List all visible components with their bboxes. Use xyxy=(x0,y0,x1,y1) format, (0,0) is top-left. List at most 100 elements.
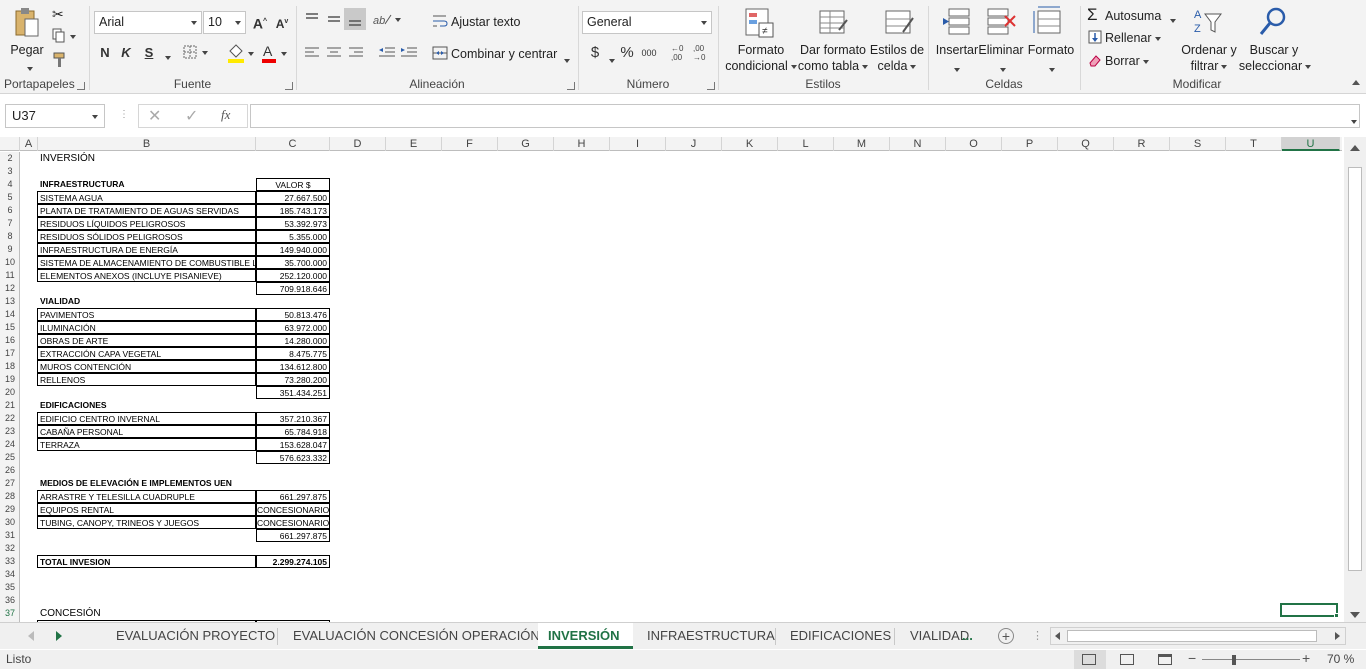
value-cell[interactable]: 153.628.047 xyxy=(256,438,330,451)
label-cell[interactable]: TUBING, CANOPY, TRINEOS Y JUEGOS xyxy=(37,516,256,529)
insert-function-icon[interactable]: fx xyxy=(221,107,230,123)
label-cell[interactable]: ELEMENTOS ANEXOS (INCLUYE PISANIEVE) xyxy=(37,269,256,282)
column-header[interactable]: Q xyxy=(1058,137,1114,151)
delete-button[interactable]: Eliminar xyxy=(975,42,1027,58)
clipboard-launcher-icon[interactable] xyxy=(77,82,85,90)
grow-font-icon[interactable]: A^ xyxy=(250,11,270,33)
next-sheet-icon[interactable] xyxy=(56,631,62,641)
tab-inversion[interactable]: INVERSIÓN xyxy=(538,623,633,649)
expand-formula-icon[interactable] xyxy=(1348,113,1357,131)
row-header[interactable]: 33 xyxy=(0,555,20,568)
zoom-slider[interactable] xyxy=(1202,659,1300,660)
column-header[interactable]: H xyxy=(554,137,610,151)
tab-evaluacion-concesion[interactable]: EVALUACIÓN CONCESIÓN OPERACIÓN xyxy=(283,623,550,649)
value-cell[interactable]: CONCESIONARIO xyxy=(256,503,330,516)
tab-evaluacion-proyecto[interactable]: EVALUACIÓN PROYECTO xyxy=(106,623,285,649)
tab-edificaciones[interactable]: EDIFICACIONES xyxy=(780,623,901,649)
label-cell[interactable]: MUROS CONTENCIÓN xyxy=(37,360,256,373)
total-value-cell[interactable]: 2.299.274.105 xyxy=(256,555,330,568)
sort-filter-button[interactable]: filtrar xyxy=(1181,58,1237,74)
formula-input[interactable] xyxy=(250,104,1360,128)
value-cell[interactable]: 53.392.973 xyxy=(256,217,330,230)
row-header[interactable]: 5 xyxy=(0,191,20,204)
collapse-ribbon-icon[interactable] xyxy=(1352,80,1360,85)
column-header[interactable]: N xyxy=(890,137,946,151)
column-header[interactable]: J xyxy=(666,137,722,151)
subtotal-cell[interactable]: 709.918.646 xyxy=(256,282,330,295)
label-cell[interactable]: ARRASTRE Y TELESILLA CUADRUPLE xyxy=(37,490,256,503)
column-header[interactable]: L xyxy=(778,137,834,151)
increase-decimal-icon[interactable]: ←0,00 xyxy=(671,44,691,62)
row-header[interactable]: 23 xyxy=(0,425,20,438)
value-cell[interactable]: 252.120.000 xyxy=(256,269,330,282)
zoom-level[interactable]: 70 % xyxy=(1327,650,1354,669)
row-header[interactable]: 37 xyxy=(0,607,20,620)
row-header[interactable]: 27 xyxy=(0,477,20,490)
zoom-in-icon[interactable]: + xyxy=(1302,649,1310,668)
zoom-slider-thumb[interactable] xyxy=(1232,655,1236,665)
align-right-icon[interactable] xyxy=(347,44,365,62)
align-middle-icon[interactable] xyxy=(325,10,343,28)
row-header[interactable]: 18 xyxy=(0,360,20,373)
value-cell[interactable]: 63.972.000 xyxy=(256,321,330,334)
row-header[interactable]: 12 xyxy=(0,282,20,295)
label-cell[interactable]: INFRAESTRUCTURA DE ENERGÍA xyxy=(37,243,256,256)
value-cell[interactable]: 134.612.800 xyxy=(256,360,330,373)
row-header[interactable]: 4 xyxy=(0,178,20,191)
row-header[interactable]: 28 xyxy=(0,490,20,503)
value-cell[interactable]: 35.700.000 xyxy=(256,256,330,269)
column-header[interactable]: U xyxy=(1282,137,1340,151)
column-header[interactable]: E xyxy=(386,137,442,151)
fill-button[interactable]: Rellenar xyxy=(1105,30,1161,46)
autosum-button[interactable]: Autosuma xyxy=(1105,8,1161,24)
row-header[interactable]: 9 xyxy=(0,243,20,256)
cell-styles-label-1[interactable]: Estilos de xyxy=(869,42,925,58)
name-box[interactable]: U37 xyxy=(5,104,105,128)
value-cell[interactable]: 149.940.000 xyxy=(256,243,330,256)
subtotal-cell[interactable]: 576.623.332 xyxy=(256,451,330,464)
fill-handle[interactable] xyxy=(1334,613,1339,618)
value-cell[interactable]: 357.210.367 xyxy=(256,412,330,425)
row-header[interactable]: 31 xyxy=(0,529,20,542)
row-header[interactable]: 26 xyxy=(0,464,20,477)
label-cell[interactable]: EDIFICIO CENTRO INVERNAL xyxy=(37,412,256,425)
column-header[interactable]: I xyxy=(610,137,666,151)
enter-icon[interactable]: ✓ xyxy=(185,106,198,126)
row-header[interactable]: 13 xyxy=(0,295,20,308)
label-cell[interactable]: SISTEMA DE ALMACENAMIENTO DE COMBUSTIBLE… xyxy=(37,256,256,269)
format-painter-icon[interactable] xyxy=(52,52,68,68)
dropdown-icon[interactable] xyxy=(24,60,33,78)
merge-center-button[interactable]: Combinar y centrar xyxy=(451,46,557,62)
label-cell[interactable]: TERRAZA xyxy=(37,438,256,451)
zoom-out-icon[interactable]: − xyxy=(1188,649,1196,668)
font-size-select[interactable]: 10 xyxy=(203,11,246,34)
horizontal-scroll-thumb[interactable] xyxy=(1067,630,1317,642)
label-cell[interactable]: RELLENOS xyxy=(37,373,256,386)
orientation-icon[interactable]: ab xyxy=(371,10,403,28)
row-header[interactable]: 7 xyxy=(0,217,20,230)
label-cell[interactable]: PLANTA DE TRATAMIENTO DE AGUAS SERVIDAS xyxy=(37,204,256,217)
column-header-cell[interactable]: VALOR $ xyxy=(256,178,330,191)
row-header[interactable]: 14 xyxy=(0,308,20,321)
cut-icon[interactable]: ✂ xyxy=(52,6,68,22)
paste-button[interactable]: Pegar xyxy=(6,42,48,58)
label-cell[interactable]: SISTEMA AGUA xyxy=(37,191,256,204)
scroll-up-icon[interactable] xyxy=(1350,145,1360,151)
sheet-title-cell[interactable]: INVERSIÓN xyxy=(38,152,238,165)
cell-styles-button[interactable]: celda xyxy=(869,58,925,74)
prev-sheet-icon[interactable] xyxy=(28,631,34,641)
sort-filter-label-1[interactable]: Ordenar y xyxy=(1181,42,1237,58)
column-header[interactable]: T xyxy=(1226,137,1282,151)
decrease-indent-icon[interactable] xyxy=(377,44,397,62)
row-header[interactable]: 8 xyxy=(0,230,20,243)
label-cell[interactable]: EXTRACCIÓN CAPA VEGETAL xyxy=(37,347,256,360)
label-cell[interactable]: CABAÑA PERSONAL xyxy=(37,425,256,438)
tab-infraestructura[interactable]: INFRAESTRUCTURA xyxy=(637,623,785,649)
value-cell[interactable]: 14.280.000 xyxy=(256,334,330,347)
value-cell[interactable]: CONCESIONARIO xyxy=(256,516,330,529)
label-cell[interactable]: OBRAS DE ARTE xyxy=(37,334,256,347)
number-format-select[interactable]: General xyxy=(582,11,712,34)
row-header[interactable]: 36 xyxy=(0,594,20,607)
scroll-down-icon[interactable] xyxy=(1350,612,1360,618)
value-cell[interactable]: 50.813.476 xyxy=(256,308,330,321)
